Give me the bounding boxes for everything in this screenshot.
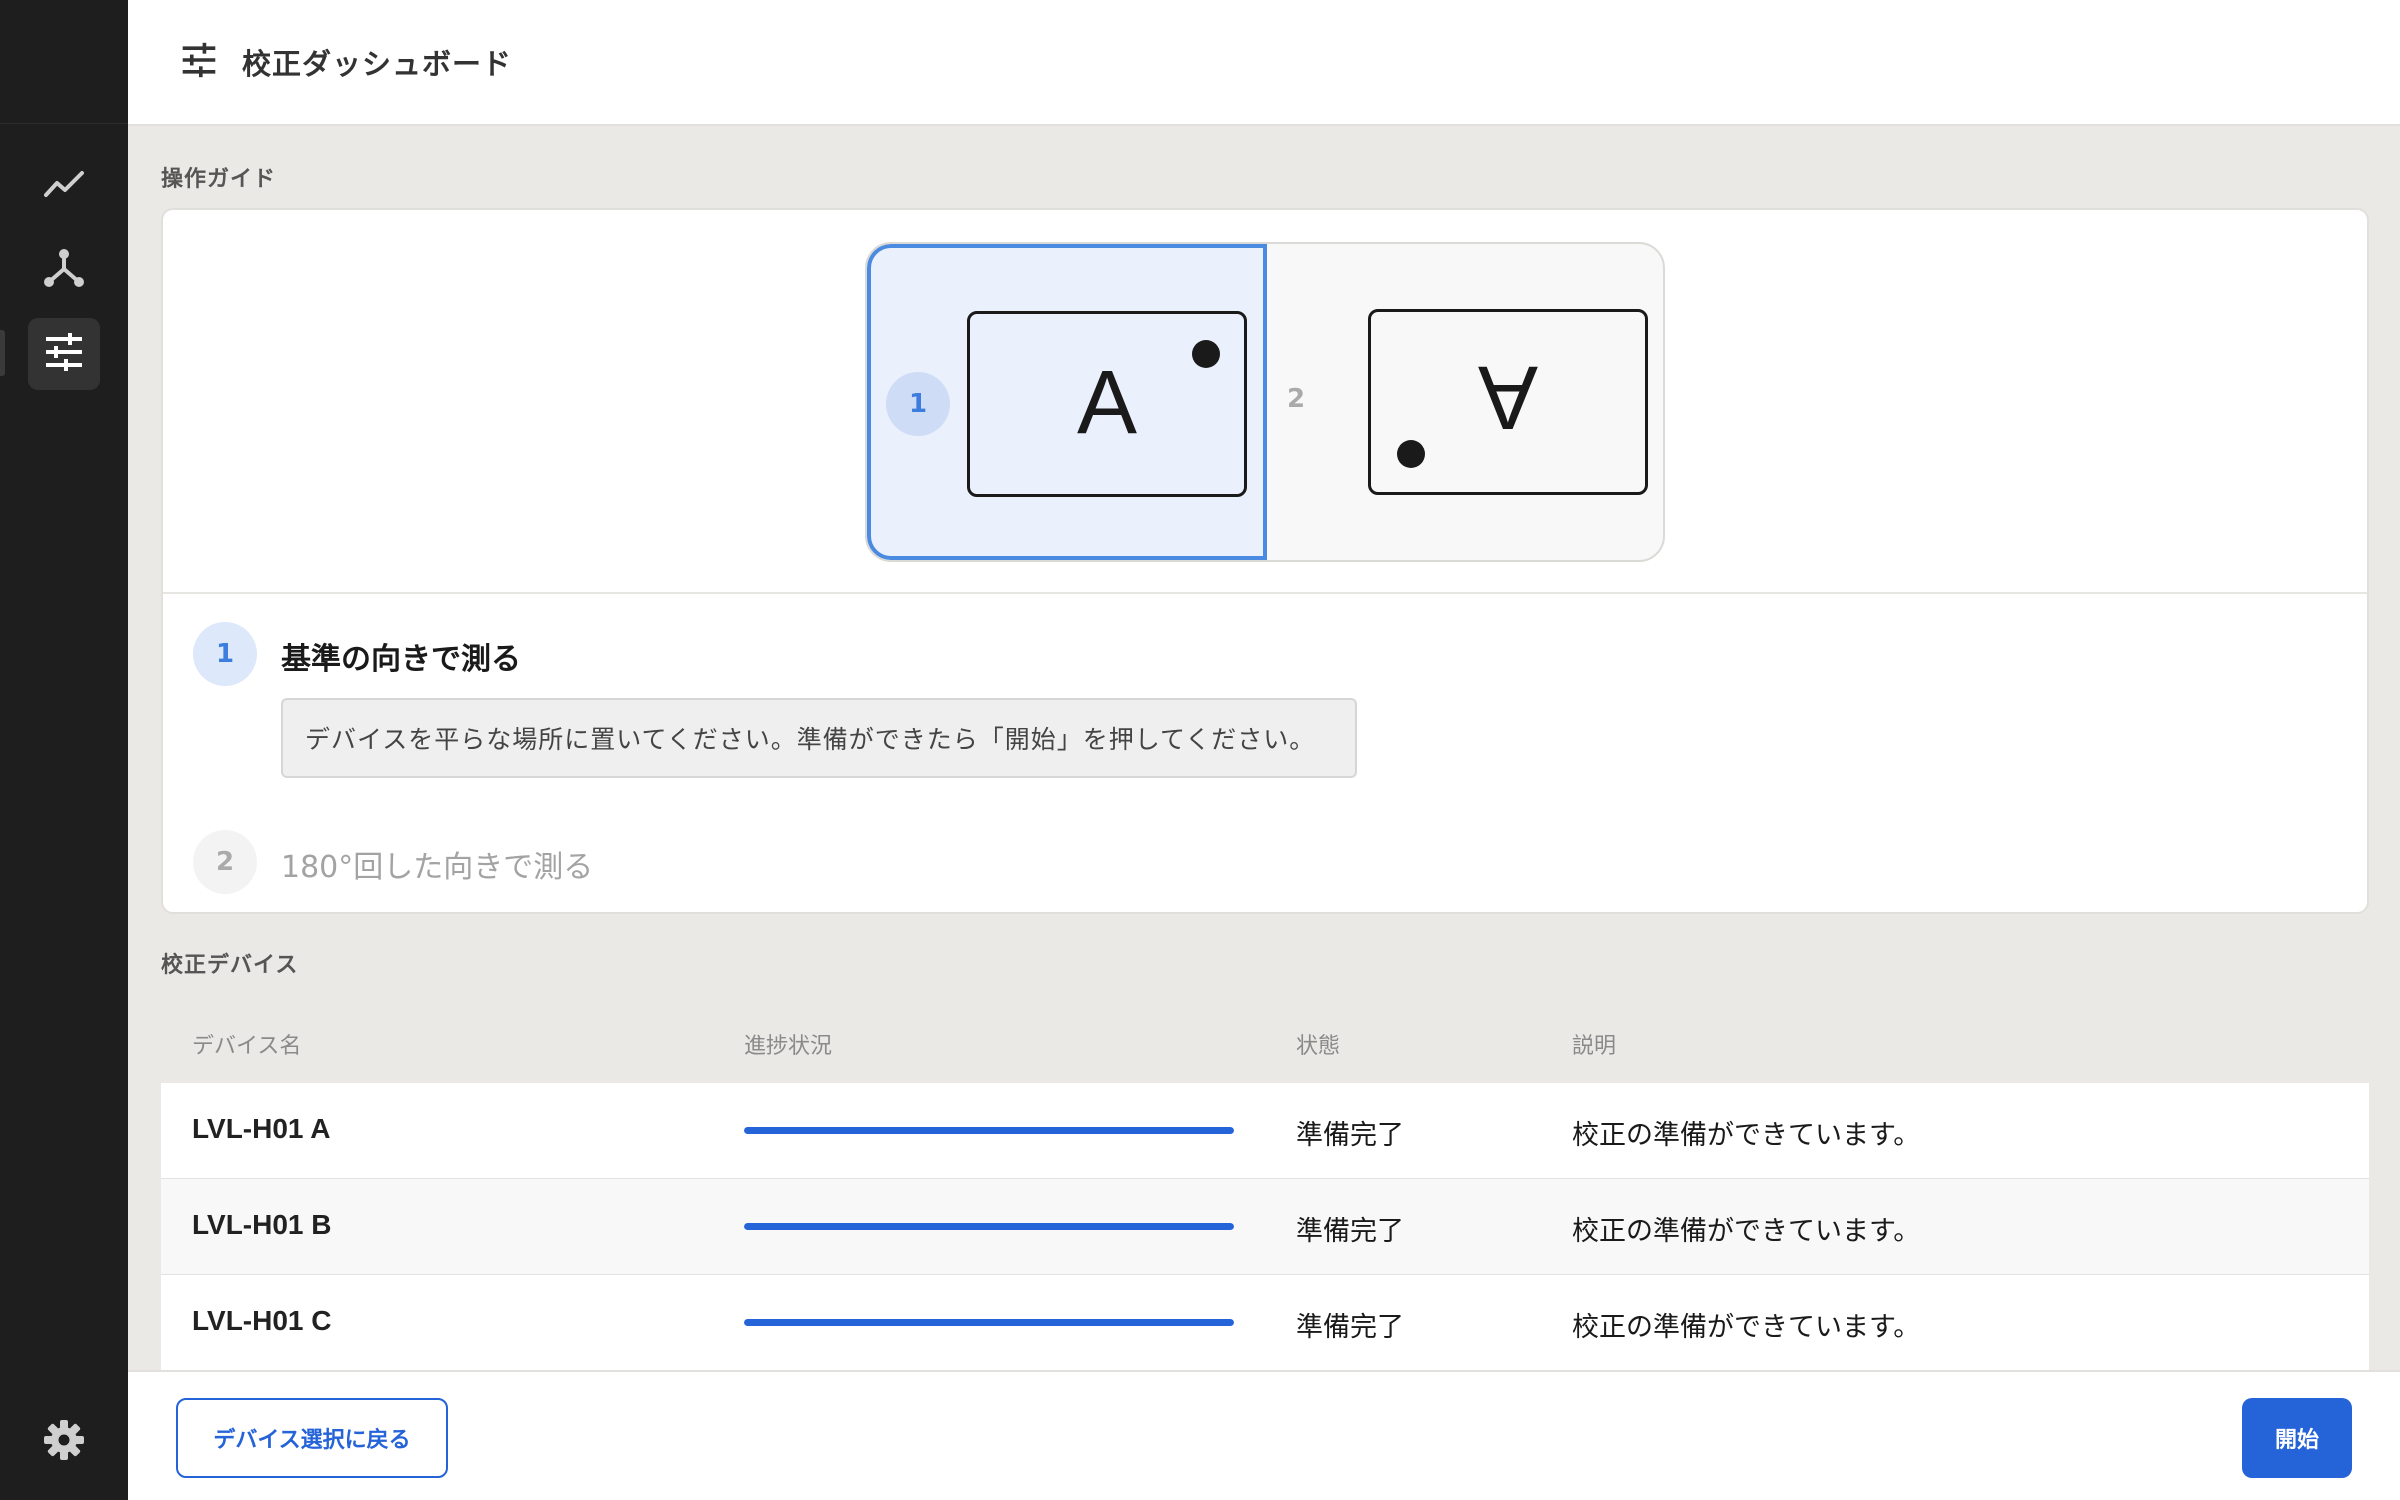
sidebar-logo-area: [0, 0, 128, 124]
orientation-step-2-number: 2: [1287, 384, 1306, 414]
footer-action-bar: デバイス選択に戻る 開始: [128, 1370, 2400, 1500]
step-1-title: 基準の向きで測る: [281, 642, 521, 677]
progress-bar-fill: [744, 1319, 1234, 1326]
device-description: 校正の準備ができています。: [1572, 1120, 1921, 1151]
device-letter: A: [1076, 353, 1138, 453]
sidebar-item-network[interactable]: [28, 234, 100, 306]
device-description: 校正の準備ができています。: [1572, 1312, 1921, 1343]
step-1-description: デバイスを平らな場所に置いてください。準備ができたら「開始」を押してください。: [281, 698, 1357, 778]
sliders-icon: [180, 41, 218, 83]
device-diagram-rotated: A: [1368, 309, 1648, 495]
page-title: 校正ダッシュボード: [242, 47, 513, 81]
table-row[interactable]: LVL-H01 C 準備完了 校正の準備ができています。: [161, 1275, 2369, 1371]
guide-card: 1 A 2 A 1 基準の向きで測る デバイスを平らな場所に置いてください。準備…: [161, 208, 2369, 914]
progress-bar: [744, 1319, 1234, 1326]
column-header-description: 説明: [1572, 1034, 1617, 1059]
sidebar: [0, 0, 128, 1500]
step-1-number: 1: [193, 622, 257, 686]
column-header-status: 状態: [1296, 1034, 1341, 1059]
orientation-step-1-number: 1: [886, 372, 950, 436]
orientation-step-1[interactable]: 1 A: [867, 244, 1267, 560]
start-button[interactable]: 開始: [2242, 1398, 2352, 1478]
orientation-illustration: 1 A 2 A: [865, 242, 1665, 562]
sliders-icon: [43, 331, 85, 377]
progress-bar: [744, 1127, 1234, 1134]
back-to-device-selection-button[interactable]: デバイス選択に戻る: [176, 1398, 448, 1478]
column-header-progress: 進捗状況: [744, 1034, 833, 1059]
sidebar-item-calibration[interactable]: [28, 318, 100, 390]
sidebar-item-chart[interactable]: [28, 150, 100, 222]
divider: [163, 592, 2367, 594]
device-status: 準備完了: [1296, 1216, 1404, 1247]
device-diagram-normal: A: [967, 311, 1247, 497]
device-marker-dot: [1397, 440, 1425, 468]
table-row[interactable]: LVL-H01 A 準備完了 校正の準備ができています。: [161, 1083, 2369, 1179]
progress-bar-fill: [744, 1223, 1234, 1230]
gear-icon: [42, 1418, 86, 1466]
device-name: LVL-H01 C: [192, 1305, 332, 1336]
device-status: 準備完了: [1296, 1312, 1404, 1343]
settings-button[interactable]: [28, 1406, 100, 1478]
device-description: 校正の準備ができています。: [1572, 1216, 1921, 1247]
sidebar-active-indicator: [0, 330, 5, 376]
device-table: LVL-H01 A 準備完了 校正の準備ができています。 LVL-H01 B 準…: [161, 1083, 2369, 1371]
step-2-title: 180°回した向きで測る: [281, 850, 594, 885]
table-row[interactable]: LVL-H01 B 準備完了 校正の準備ができています。: [161, 1179, 2369, 1275]
progress-bar-fill: [744, 1127, 1234, 1134]
device-marker-dot: [1192, 340, 1220, 368]
guide-section-label: 操作ガイド: [161, 167, 277, 192]
step-2-number: 2: [193, 830, 257, 894]
device-letter-rotated: A: [1477, 347, 1539, 447]
network-fork-icon: [43, 247, 85, 293]
top-bar: 校正ダッシュボード: [128, 0, 2400, 126]
progress-bar: [744, 1223, 1234, 1230]
trend-line-icon: [43, 163, 85, 209]
column-header-device-name: デバイス名: [192, 1034, 302, 1059]
device-status: 準備完了: [1296, 1120, 1404, 1151]
devices-section-label: 校正デバイス: [161, 953, 299, 978]
device-name: LVL-H01 A: [192, 1113, 331, 1144]
device-name: LVL-H01 B: [192, 1209, 332, 1240]
table-header: デバイス名 進捗状況 状態 説明: [161, 1020, 2369, 1082]
